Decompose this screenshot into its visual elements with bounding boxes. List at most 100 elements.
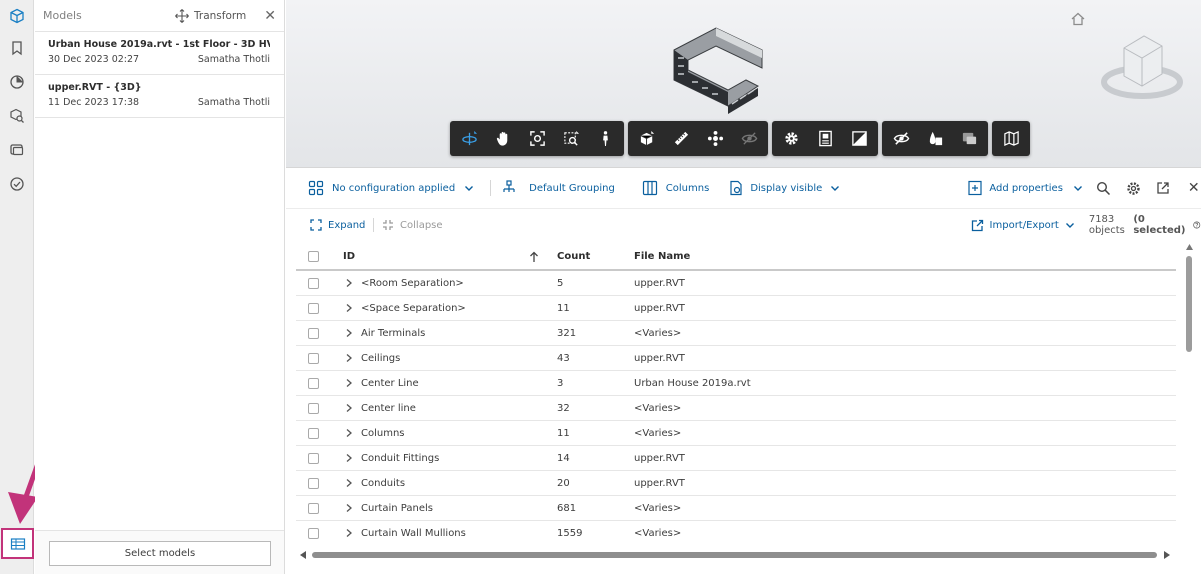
row-count: 5 bbox=[557, 277, 564, 289]
pop-out-button[interactable] bbox=[1156, 181, 1170, 195]
measure-button[interactable] bbox=[664, 121, 698, 156]
model-name: Urban House 2019a.rvt - 1st Floor - 3D H… bbox=[48, 39, 270, 50]
chevron-right-icon[interactable] bbox=[345, 403, 353, 413]
settings-button[interactable] bbox=[1126, 181, 1141, 196]
settings-button[interactable] bbox=[774, 121, 808, 156]
row-count: 321 bbox=[557, 327, 577, 339]
horizontal-scroll-thumb[interactable] bbox=[312, 552, 1157, 558]
close-icon[interactable]: ✕ bbox=[1188, 180, 1200, 196]
table-row[interactable]: Conduit Fittings 14 upper.RVT bbox=[296, 446, 1176, 471]
columns-button[interactable]: Columns bbox=[642, 180, 709, 196]
fit-to-view-button[interactable] bbox=[520, 121, 554, 156]
chevron-right-icon[interactable] bbox=[345, 303, 353, 313]
properties-button[interactable] bbox=[808, 121, 842, 156]
table-row[interactable]: Conduits 20 upper.RVT bbox=[296, 471, 1176, 496]
table-row[interactable]: Center line 32 <Varies> bbox=[296, 396, 1176, 421]
full-screen-button[interactable] bbox=[842, 121, 876, 156]
first-person-button[interactable] bbox=[588, 121, 622, 156]
data-table-button[interactable] bbox=[1, 528, 34, 559]
table-row[interactable]: Ceilings 43 upper.RVT bbox=[296, 346, 1176, 371]
row-checkbox[interactable] bbox=[308, 502, 319, 514]
row-checkbox[interactable] bbox=[308, 477, 319, 489]
collapse-button[interactable]: Collapse bbox=[382, 219, 443, 231]
explode-button[interactable] bbox=[698, 121, 732, 156]
add-properties-dropdown[interactable]: Add properties bbox=[967, 180, 1083, 196]
model-list-item[interactable]: Urban House 2019a.rvt - 1st Floor - 3D H… bbox=[35, 32, 284, 75]
table-row[interactable]: Curtain Panels 681 <Varies> bbox=[296, 496, 1176, 521]
file-column-header[interactable]: File Name bbox=[634, 251, 1176, 262]
row-checkbox[interactable] bbox=[308, 427, 319, 439]
close-icon[interactable]: ✕ bbox=[264, 9, 276, 23]
display-dropdown[interactable]: Display visible bbox=[728, 180, 840, 196]
row-checkbox[interactable] bbox=[308, 377, 319, 389]
table-row[interactable]: Columns 11 <Varies> bbox=[296, 421, 1176, 446]
building-model[interactable] bbox=[666, 22, 786, 117]
row-checkbox[interactable] bbox=[308, 277, 319, 289]
model-name: upper.RVT - {3D} bbox=[48, 82, 142, 93]
table-row[interactable]: Curtain Wall Mullions 1559 <Varies> bbox=[296, 521, 1176, 544]
help-icon[interactable] bbox=[1193, 219, 1201, 231]
search-button[interactable] bbox=[1096, 181, 1111, 196]
vertical-scroll-thumb[interactable] bbox=[1186, 256, 1192, 352]
hide-button[interactable] bbox=[884, 121, 918, 156]
row-checkbox[interactable] bbox=[308, 402, 319, 414]
configuration-dropdown[interactable]: No configuration applied bbox=[308, 180, 474, 196]
id-cell: Center Line bbox=[319, 378, 549, 389]
chevron-right-icon[interactable] bbox=[345, 378, 353, 388]
isolate-button[interactable] bbox=[918, 121, 952, 156]
search-3d-icon[interactable] bbox=[4, 103, 30, 129]
row-id: Center line bbox=[361, 402, 416, 414]
row-checkbox[interactable] bbox=[308, 302, 319, 314]
chevron-right-icon[interactable] bbox=[345, 453, 353, 463]
select-models-button[interactable]: Select models bbox=[49, 541, 271, 566]
chevron-right-icon[interactable] bbox=[345, 353, 353, 363]
row-checkbox[interactable] bbox=[308, 527, 319, 539]
chevron-right-icon[interactable] bbox=[345, 528, 353, 538]
minimap-button[interactable] bbox=[994, 121, 1028, 156]
zoom-window-button[interactable] bbox=[554, 121, 588, 156]
chevron-right-icon[interactable] bbox=[345, 428, 353, 438]
pan-button[interactable] bbox=[486, 121, 520, 156]
view-cube-icon[interactable] bbox=[1096, 26, 1186, 106]
home-icon[interactable] bbox=[1070, 11, 1086, 27]
count-column-header[interactable]: Count bbox=[557, 251, 634, 262]
model-browser-icon[interactable] bbox=[4, 69, 30, 95]
grouping-button[interactable]: Default Grouping bbox=[501, 180, 615, 196]
sort-ascending-icon[interactable] bbox=[529, 251, 539, 263]
section-button[interactable] bbox=[630, 121, 664, 156]
expand-button[interactable]: Expand bbox=[310, 219, 365, 231]
table-row[interactable]: Center Line 3 Urban House 2019a.rvt bbox=[296, 371, 1176, 396]
chevron-right-icon[interactable] bbox=[345, 278, 353, 288]
scroll-up-icon[interactable] bbox=[1186, 244, 1193, 250]
scroll-left-icon[interactable] bbox=[300, 551, 306, 559]
scroll-right-icon[interactable] bbox=[1164, 551, 1170, 559]
model-list-item[interactable]: upper.RVT - {3D} 11 Dec 2023 17:38 Samat… bbox=[35, 75, 284, 118]
vertical-scrollbar[interactable] bbox=[1186, 244, 1193, 549]
configuration-label: No configuration applied bbox=[332, 182, 456, 194]
select-all-checkbox[interactable] bbox=[308, 251, 319, 262]
table-row[interactable]: Air Terminals 321 <Varies> bbox=[296, 321, 1176, 346]
issues-icon[interactable] bbox=[4, 137, 30, 163]
chevron-right-icon[interactable] bbox=[345, 328, 353, 338]
chevron-right-icon[interactable] bbox=[345, 503, 353, 513]
table-row[interactable]: <Room Separation> 5 upper.RVT bbox=[296, 271, 1176, 296]
row-checkbox[interactable] bbox=[308, 352, 319, 364]
model-cube-icon[interactable] bbox=[4, 3, 30, 29]
chevron-right-icon[interactable] bbox=[345, 478, 353, 488]
3d-viewer[interactable] bbox=[286, 0, 1201, 167]
table-icon bbox=[10, 537, 25, 550]
row-count: 20 bbox=[557, 477, 570, 489]
fit-to-view-icon bbox=[529, 131, 545, 146]
horizontal-scrollbar[interactable] bbox=[300, 550, 1170, 560]
id-column-header[interactable]: ID bbox=[319, 251, 549, 263]
row-checkbox[interactable] bbox=[308, 452, 319, 464]
table-row[interactable]: <Space Separation> 11 upper.RVT bbox=[296, 296, 1176, 321]
model-browser-button[interactable] bbox=[952, 121, 986, 156]
import-export-dropdown[interactable]: Import/Export bbox=[971, 219, 1075, 232]
orbit-button[interactable] bbox=[452, 121, 486, 156]
checklist-icon[interactable] bbox=[4, 171, 30, 197]
bookmark-icon[interactable] bbox=[4, 35, 30, 61]
transform-button[interactable]: Transform bbox=[175, 8, 246, 23]
row-checkbox[interactable] bbox=[308, 327, 319, 339]
ghosting-button[interactable] bbox=[732, 121, 766, 156]
